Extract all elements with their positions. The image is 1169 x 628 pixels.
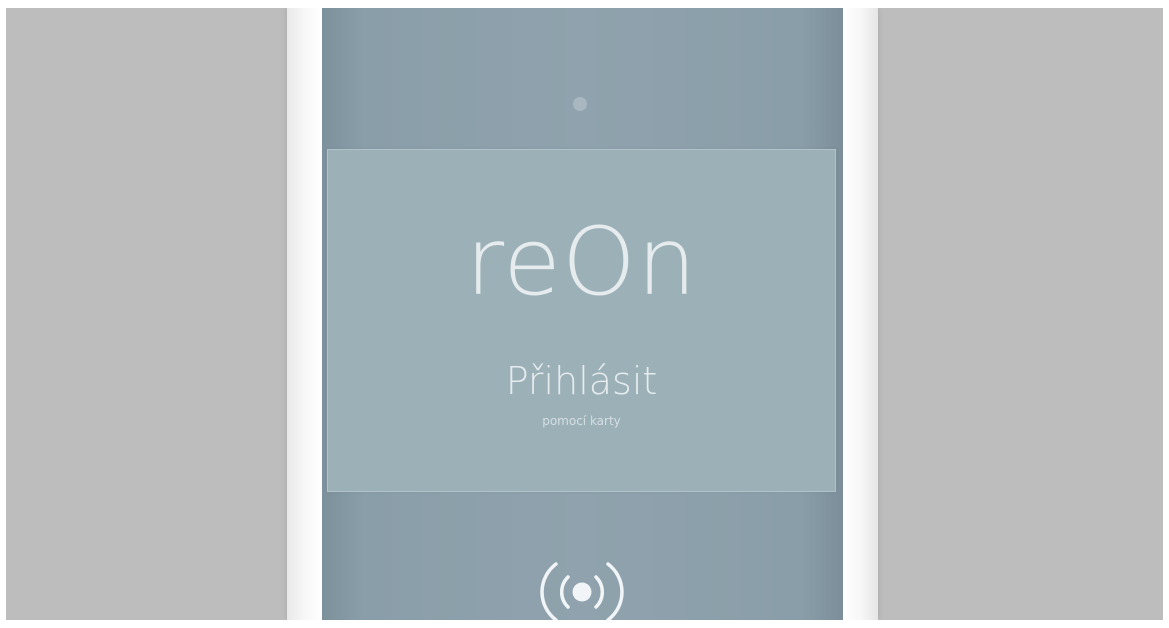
tablet-frame: reOn Přihlásit pomocí karty bbox=[287, 8, 878, 620]
app-logo: reOn bbox=[465, 208, 698, 317]
camera-dot-icon bbox=[573, 97, 587, 111]
login-subtitle: pomocí karty bbox=[542, 414, 621, 428]
nfc-icon bbox=[540, 562, 624, 620]
backdrop: reOn Přihlásit pomocí karty bbox=[6, 8, 1163, 620]
login-title: Přihlásit bbox=[505, 359, 658, 403]
login-card[interactable]: reOn Přihlásit pomocí karty bbox=[327, 149, 836, 492]
tablet-screen: reOn Přihlásit pomocí karty bbox=[322, 8, 843, 620]
